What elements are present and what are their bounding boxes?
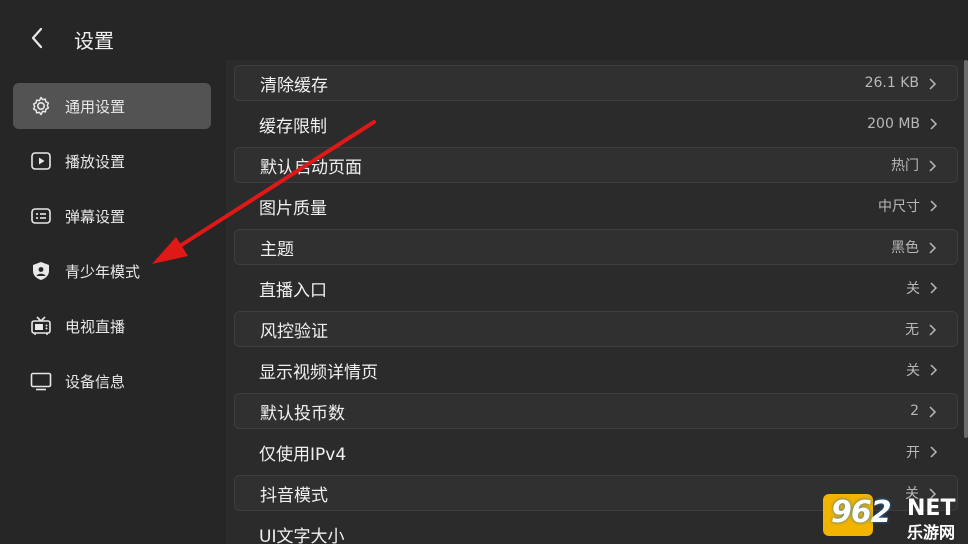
setting-label: 图片质量 [259, 198, 327, 219]
setting-row-risk-verification[interactable]: 风控验证 无 [234, 311, 958, 347]
setting-row-theme[interactable]: 主题 黑色 [234, 229, 958, 265]
chevron-left-icon [31, 27, 43, 49]
setting-row-live-entry[interactable]: 直播入口 关 [234, 270, 958, 306]
sidebar-item-playback[interactable]: 播放设置 [13, 138, 211, 184]
setting-label: 默认投币数 [260, 403, 345, 424]
setting-value: 无 [905, 322, 919, 338]
chevron-right-icon [930, 118, 938, 130]
chevron-right-icon [929, 160, 937, 172]
setting-value: 热门 [891, 158, 919, 174]
setting-row-video-detail-page[interactable]: 显示视频详情页 关 [234, 352, 958, 388]
play-icon [30, 150, 52, 172]
sidebar-item-label: 播放设置 [65, 152, 126, 171]
setting-label: 仅使用IPv4 [259, 444, 347, 465]
setting-value: 关 [906, 281, 920, 297]
setting-value: 中尺寸 [878, 199, 920, 215]
monitor-icon [30, 370, 52, 392]
chevron-right-icon [930, 282, 938, 294]
back-button[interactable] [24, 24, 52, 52]
tv-antenna-icon [30, 315, 52, 337]
danmaku-icon [30, 205, 52, 227]
setting-row-image-quality[interactable]: 图片质量 中尺寸 [234, 188, 958, 224]
shield-icon [30, 260, 52, 282]
sidebar: 通用设置 播放设置 弹幕设置 青少年模式 电视直播 设备信息 [0, 78, 226, 544]
setting-label: 主题 [260, 239, 294, 260]
setting-value: 26.1 KB [864, 75, 919, 91]
watermark-cn: 乐游网 [907, 523, 956, 542]
setting-label: 清除缓存 [260, 75, 328, 96]
setting-label: 默认启动页面 [260, 157, 362, 178]
sidebar-item-label: 通用设置 [65, 97, 126, 116]
setting-value: 200 MB [867, 116, 920, 132]
setting-value: 开 [906, 445, 920, 461]
sidebar-item-label: 青少年模式 [65, 262, 141, 281]
watermark-net: NET [907, 496, 956, 521]
sidebar-item-label: 弹幕设置 [65, 207, 126, 226]
setting-value: 黑色 [891, 240, 919, 256]
setting-row-default-coins[interactable]: 默认投币数 2 [234, 393, 958, 429]
setting-row-ipv4-only[interactable]: 仅使用IPv4 开 [234, 434, 958, 470]
chevron-right-icon [930, 446, 938, 458]
setting-label: 直播入口 [259, 280, 327, 301]
sidebar-item-general[interactable]: 通用设置 [13, 83, 211, 129]
chevron-right-icon [930, 364, 938, 376]
setting-label: 缓存限制 [259, 116, 327, 137]
gear-icon [30, 95, 52, 117]
sidebar-item-label: 设备信息 [65, 372, 126, 391]
setting-label: 抖音模式 [260, 485, 328, 506]
setting-label: 风控验证 [260, 321, 328, 342]
chevron-right-icon [929, 324, 937, 336]
setting-row-cache-limit[interactable]: 缓存限制 200 MB [234, 106, 958, 142]
setting-row-clear-cache[interactable]: 清除缓存 26.1 KB [234, 65, 958, 101]
setting-value: 2 [910, 403, 919, 419]
watermark-logo: 962 NET 乐游网 [823, 494, 963, 542]
setting-label: 显示视频详情页 [259, 362, 378, 383]
sidebar-item-label: 电视直播 [65, 317, 126, 336]
setting-row-default-start-page[interactable]: 默认启动页面 热门 [234, 147, 958, 183]
scrollbar[interactable] [964, 60, 968, 438]
chevron-right-icon [929, 406, 937, 418]
sidebar-item-device-info[interactable]: 设备信息 [13, 358, 211, 404]
watermark-number: 962 [831, 495, 892, 530]
sidebar-item-tv-live[interactable]: 电视直播 [13, 303, 211, 349]
chevron-right-icon [929, 78, 937, 90]
setting-value: 关 [906, 363, 920, 379]
page-title: 设置 [74, 29, 114, 53]
settings-list[interactable]: 清除缓存 26.1 KB 缓存限制 200 MB 默认启动页面 热门 图片质量 … [226, 60, 968, 544]
chevron-right-icon [930, 200, 938, 212]
chevron-right-icon [929, 242, 937, 254]
setting-label: UI文字大小 [259, 526, 345, 544]
sidebar-item-danmaku[interactable]: 弹幕设置 [13, 193, 211, 239]
sidebar-item-teen-mode[interactable]: 青少年模式 [13, 248, 211, 294]
